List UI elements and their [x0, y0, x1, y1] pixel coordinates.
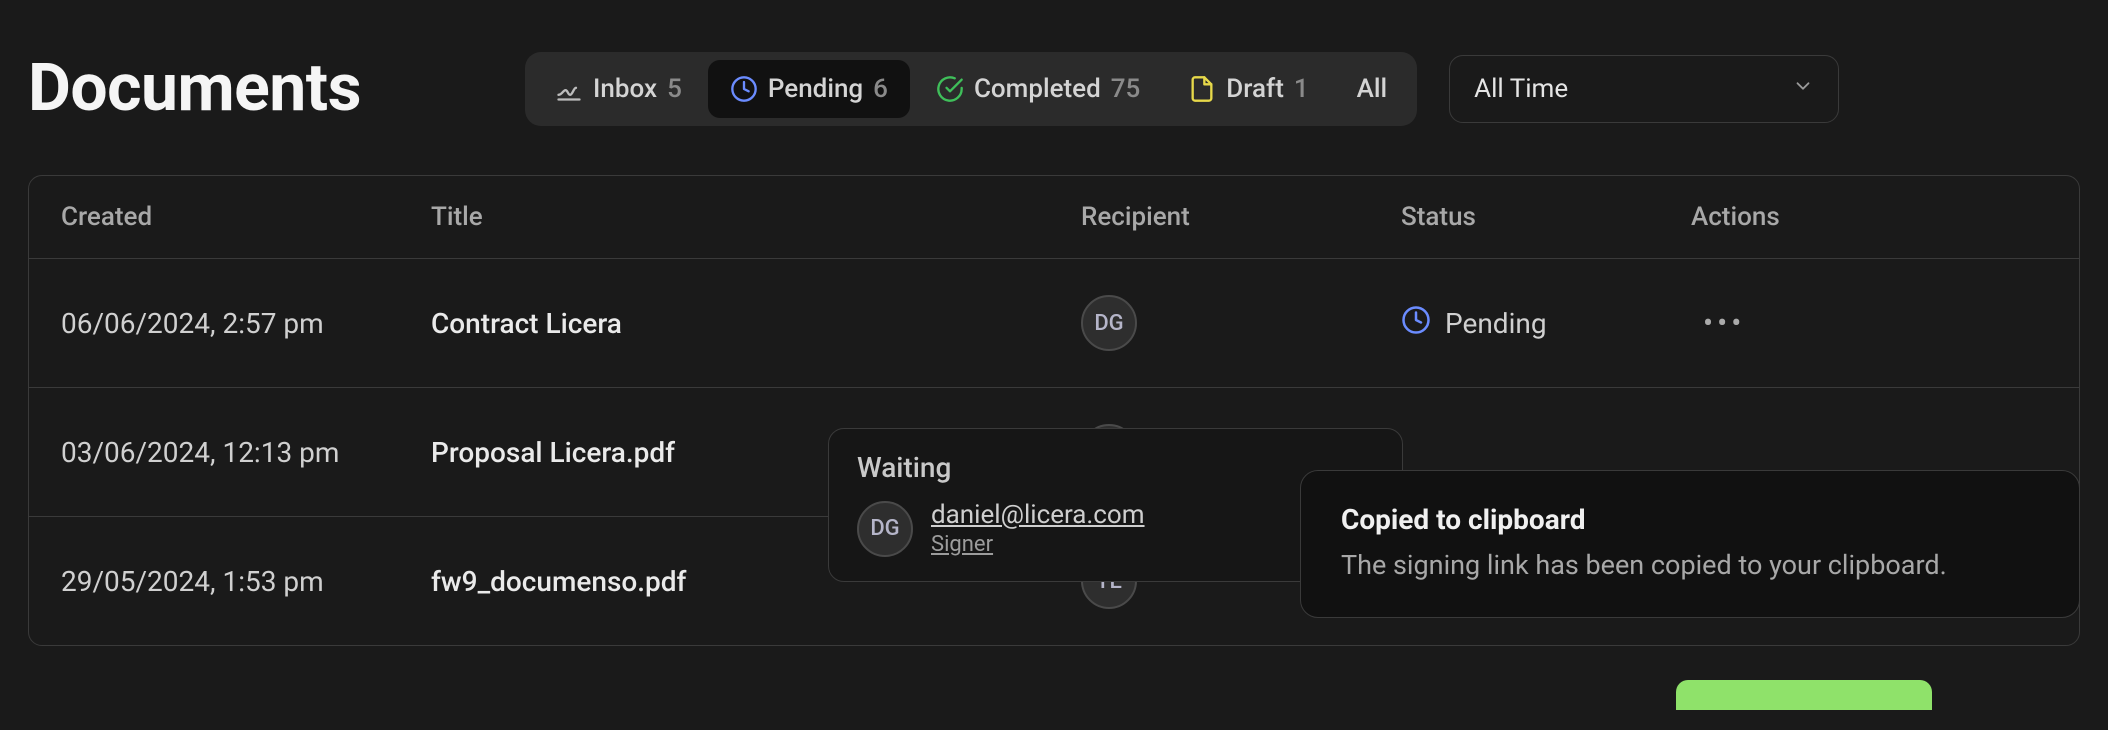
popover-role[interactable]: Signer — [931, 532, 1145, 557]
column-header-status: Status — [1369, 176, 1659, 259]
cell-created: 06/06/2024, 2:57 pm — [29, 259, 399, 388]
avatar: DG — [857, 501, 913, 557]
tab-all[interactable]: All — [1335, 60, 1410, 118]
cell-status: Pending — [1369, 259, 1659, 388]
toast-title: Copied to clipboard — [1341, 503, 2039, 536]
cell-created: 03/06/2024, 12:13 pm — [29, 388, 399, 517]
cell-recipient: DG — [1049, 259, 1369, 388]
status-label: Pending — [1445, 307, 1547, 340]
column-header-actions: Actions — [1659, 176, 2079, 259]
tab-draft[interactable]: Draft 1 — [1166, 60, 1330, 118]
column-header-created: Created — [29, 176, 399, 259]
chevron-down-icon — [1792, 74, 1814, 104]
tab-label: Inbox — [593, 74, 657, 104]
tab-pending[interactable]: Pending 6 — [708, 60, 910, 118]
tab-count: 75 — [1111, 74, 1141, 104]
tab-label: Completed — [974, 74, 1101, 104]
toast-body: The signing link has been copied to your… — [1341, 546, 2039, 585]
table-row[interactable]: 06/06/2024, 2:57 pm Contract Licera DG P… — [29, 259, 2079, 388]
tab-count: 5 — [667, 74, 682, 104]
cell-created: 29/05/2024, 1:53 pm — [29, 517, 399, 646]
filter-tab-group: Inbox 5 Pending 6 Completed 75 — [525, 52, 1417, 126]
file-icon — [1188, 75, 1216, 103]
tab-label: All — [1357, 74, 1388, 104]
tab-completed[interactable]: Completed 75 — [914, 60, 1162, 118]
avatar[interactable]: DG — [1081, 295, 1137, 351]
tab-label: Pending — [768, 74, 863, 104]
time-filter-dropdown[interactable]: All Time — [1449, 55, 1839, 123]
cell-actions: ••• — [1659, 259, 2079, 388]
column-header-recipient: Recipient — [1049, 176, 1369, 259]
toast-notification: Copied to clipboard The signing link has… — [1300, 470, 2080, 618]
tab-count: 1 — [1294, 74, 1309, 104]
tab-inbox[interactable]: Inbox 5 — [533, 60, 704, 118]
clock-icon — [730, 75, 758, 103]
clock-icon — [1401, 305, 1431, 342]
popover-title: Waiting — [857, 451, 1374, 484]
tab-label: Draft — [1226, 74, 1284, 104]
popover-email[interactable]: daniel@licera.com — [931, 500, 1145, 530]
page-title: Documents — [28, 50, 361, 127]
signature-icon — [555, 75, 583, 103]
tab-count: 6 — [873, 74, 888, 104]
check-circle-icon — [936, 75, 964, 103]
time-filter-selected: All Time — [1474, 74, 1568, 104]
column-header-title: Title — [399, 176, 1049, 259]
cell-title[interactable]: Contract Licera — [399, 259, 1049, 388]
row-actions-menu[interactable]: ••• — [1691, 302, 1757, 345]
sign-button[interactable] — [1676, 680, 1932, 710]
